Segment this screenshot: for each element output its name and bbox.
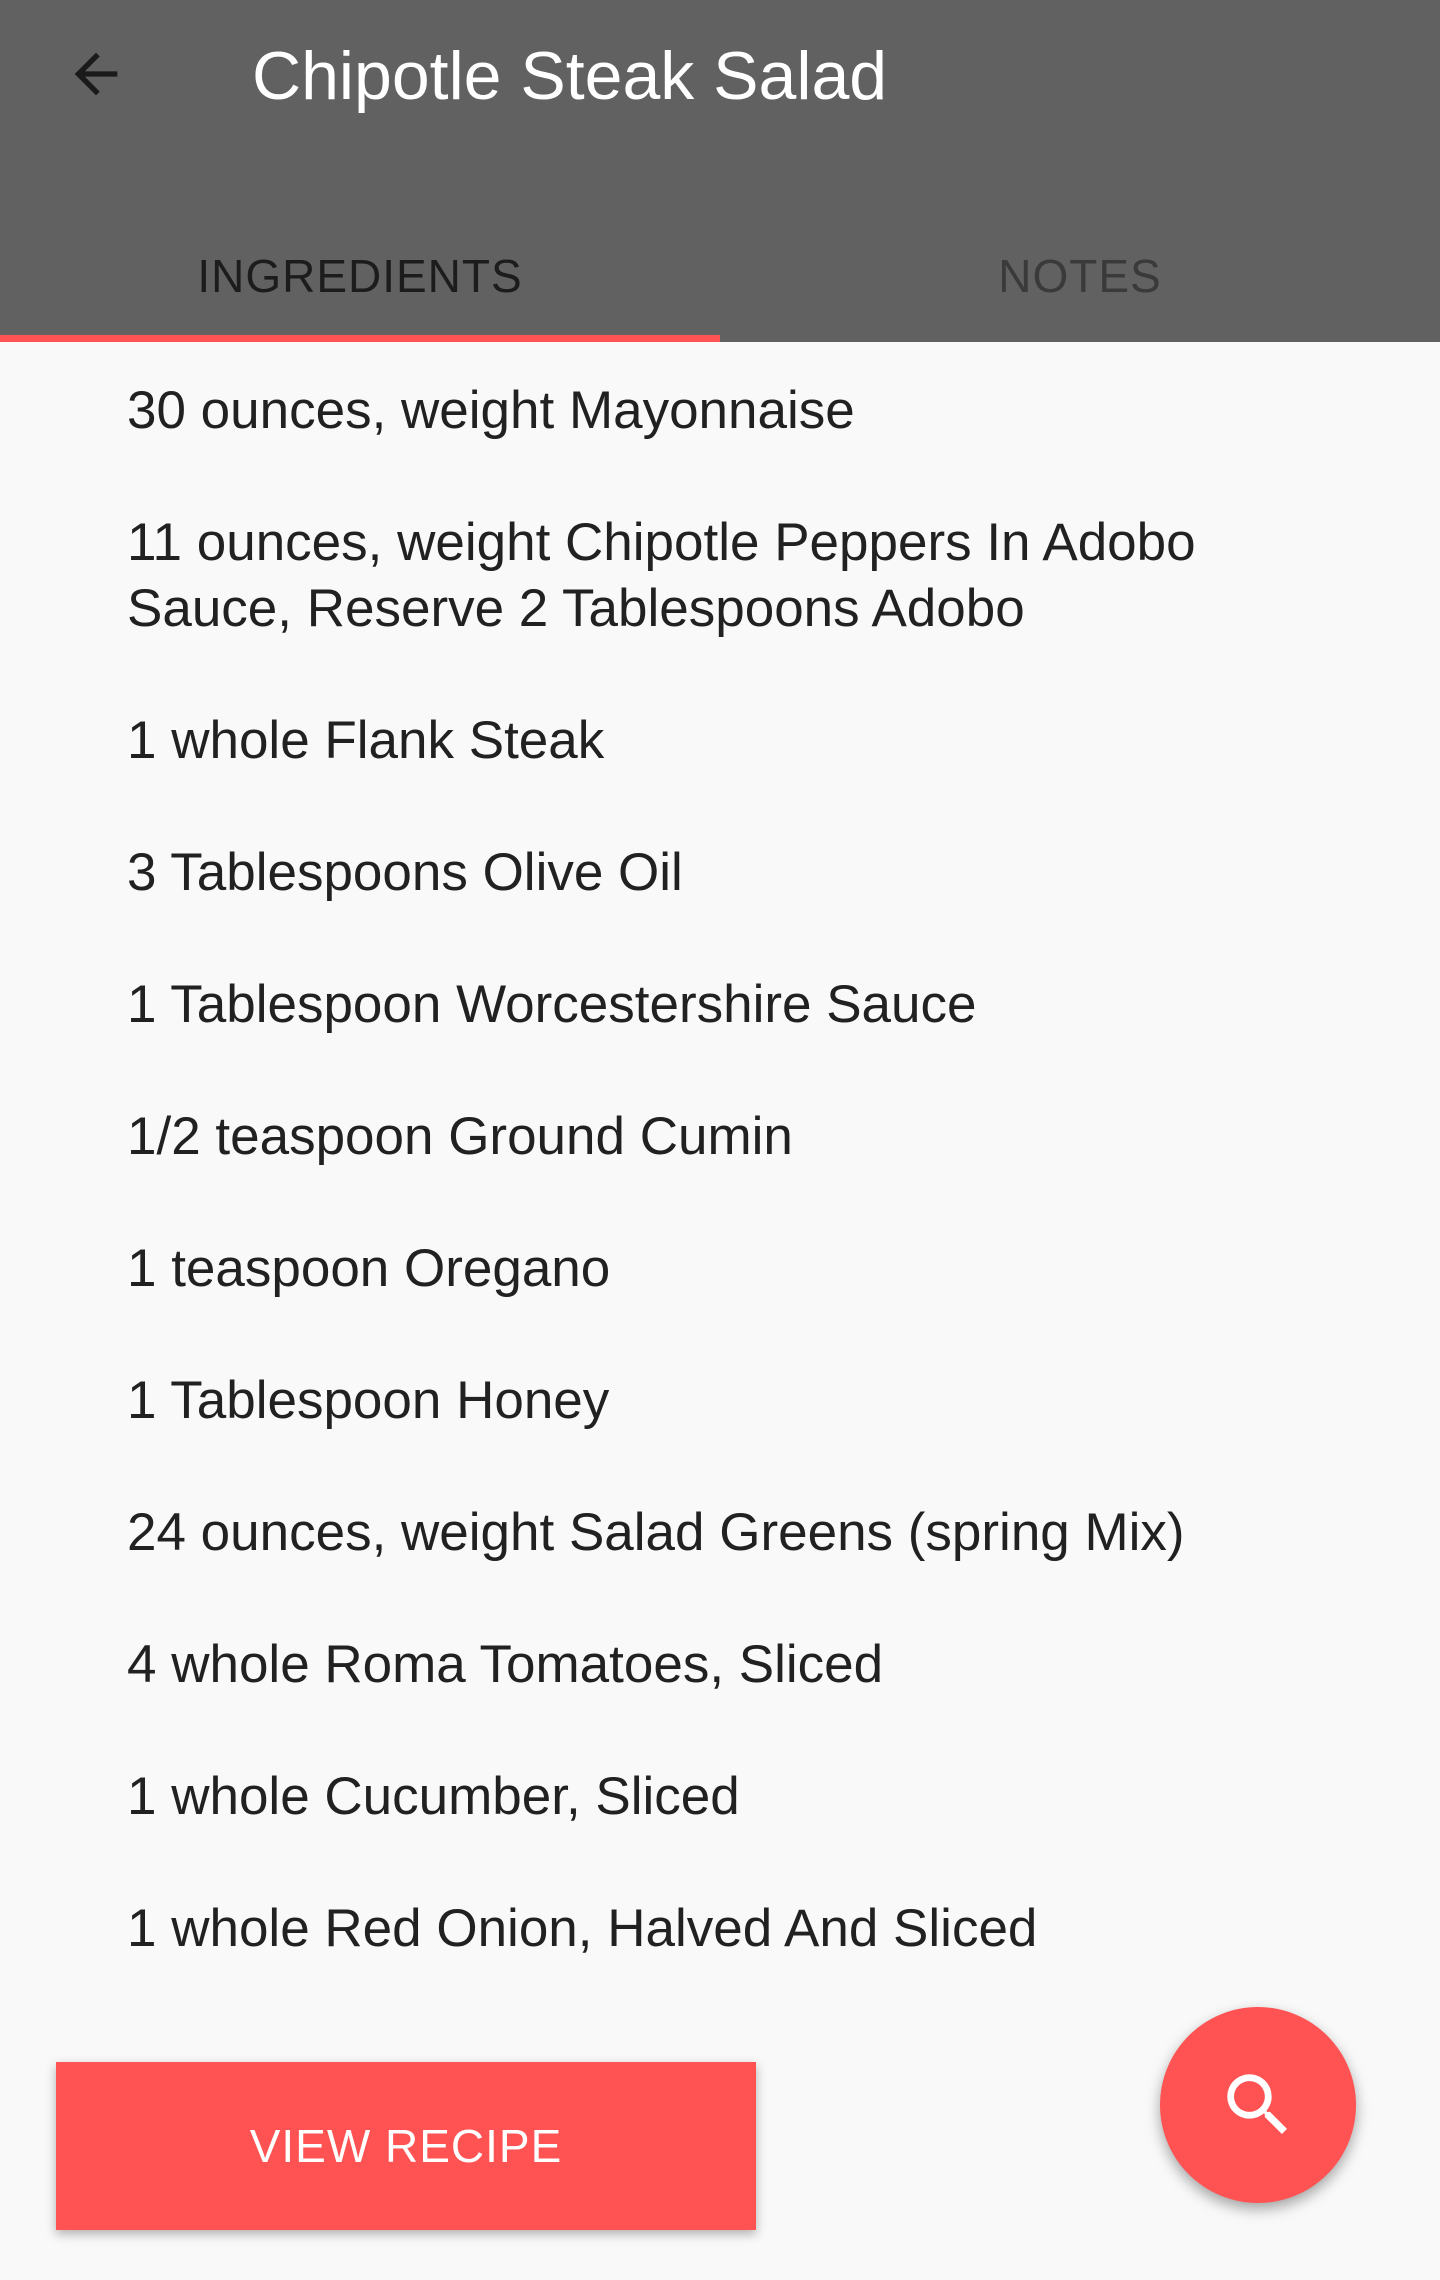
ingredient-item: 11 ounces, weight Chipotle Peppers In Ad…	[127, 513, 1196, 638]
app-bar: Chipotle Steak Salad INGREDIENTS NOTES	[0, 0, 1440, 342]
search-fab-button[interactable]	[1160, 2007, 1356, 2203]
ingredient-item: 1 Tablespoon Worcestershire Sauce	[127, 975, 977, 1034]
ingredient-item: 1/2 teaspoon Ground Cumin	[127, 1107, 793, 1166]
ingredient-item: 1 whole Cucumber, Sliced	[127, 1767, 740, 1826]
arrow-back-icon	[74, 52, 118, 96]
ingredient-item: 30 ounces, weight Mayonnaise	[127, 381, 855, 440]
active-tab-indicator	[0, 335, 720, 342]
ingredient-item: 3 Tablespoons Olive Oil	[127, 843, 683, 902]
page-title: Chipotle Steak Salad	[252, 38, 888, 114]
search-icon	[1227, 2074, 1288, 2135]
ingredient-item: 1 whole Red Onion, Halved And Sliced	[127, 1899, 1038, 1958]
ingredient-item: 1 Tablespoon Honey	[127, 1371, 610, 1430]
tab-ingredients[interactable]: INGREDIENTS	[0, 210, 720, 342]
ingredient-item: 4 whole Roma Tomatoes, Sliced	[127, 1635, 884, 1694]
view-recipe-button[interactable]: VIEW RECIPE	[56, 2062, 756, 2230]
tab-notes[interactable]: NOTES	[720, 210, 1440, 342]
ingredient-item: 24 ounces, weight Salad Greens (spring M…	[127, 1503, 1185, 1562]
back-button[interactable]	[52, 30, 140, 118]
ingredient-list: 30 ounces, weight Mayonnaise 11 ounces, …	[0, 342, 1440, 1962]
ingredient-item: 1 teaspoon Oregano	[127, 1239, 611, 1298]
tab-bar: INGREDIENTS NOTES	[0, 210, 1440, 342]
ingredient-item: 1 whole Flank Steak	[127, 711, 605, 770]
